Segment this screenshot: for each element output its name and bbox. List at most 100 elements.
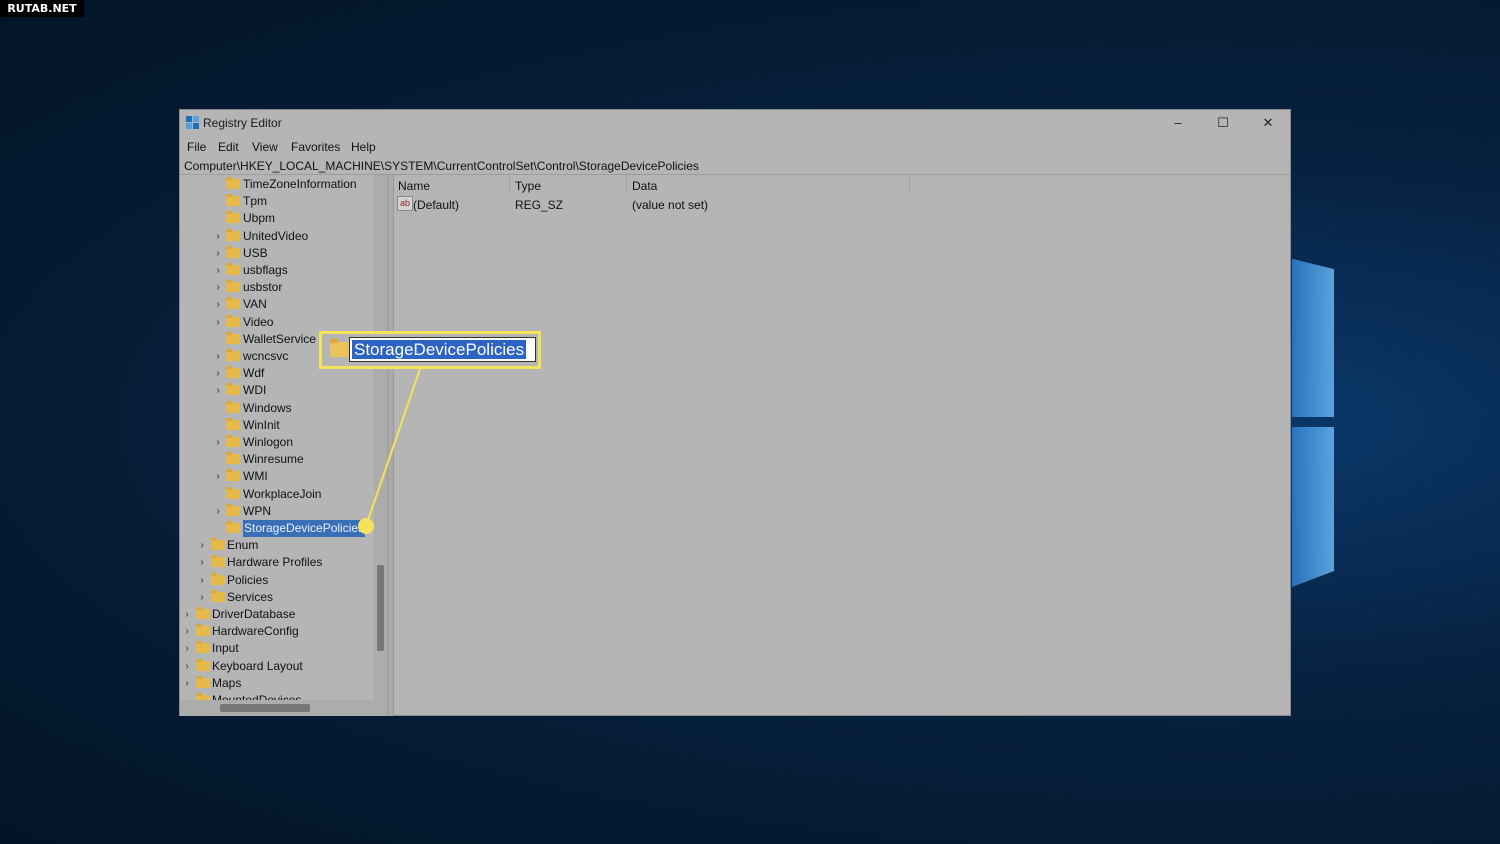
tree-item[interactable]: › Services — [180, 589, 374, 606]
tree-item[interactable]: › usbflags — [180, 262, 374, 279]
tree-item-label[interactable]: USB — [243, 245, 268, 262]
tree-item-label[interactable]: Winresume — [243, 451, 304, 468]
tree-item-label[interactable]: Windows — [243, 400, 292, 417]
chevron-right-icon[interactable]: › — [213, 279, 223, 296]
tree-item-label[interactable]: Winlogon — [243, 434, 293, 451]
chevron-right-icon[interactable]: › — [213, 468, 223, 485]
tree-item-label[interactable]: WMI — [243, 468, 268, 485]
chevron-right-icon[interactable]: › — [182, 623, 192, 640]
tree-item[interactable]: › Enum — [180, 537, 374, 554]
tree-item[interactable]: WorkplaceJoin — [180, 486, 374, 503]
column-type-header[interactable]: Type — [515, 179, 541, 193]
menu-help[interactable]: Help — [351, 140, 376, 154]
tree-item[interactable]: › Video — [180, 314, 374, 331]
tree-item[interactable]: › Keyboard Layout — [180, 658, 374, 675]
rename-key-text[interactable]: StorageDevicePolicies — [352, 340, 527, 359]
tree-item-label[interactable]: WorkplaceJoin — [243, 486, 321, 503]
column-name-header[interactable]: Name — [398, 179, 430, 193]
tree-item-label[interactable]: Ubpm — [243, 210, 275, 227]
chevron-right-icon[interactable]: › — [182, 658, 192, 675]
tree-item[interactable]: › WDI — [180, 382, 374, 399]
chevron-right-icon[interactable]: › — [213, 503, 223, 520]
tree-item-label[interactable]: wcncsvc — [243, 348, 288, 365]
chevron-right-icon[interactable]: › — [197, 589, 207, 606]
column-separator[interactable] — [626, 177, 627, 191]
tree-item[interactable]: TimeZoneInformation — [180, 176, 374, 193]
tree-item[interactable]: › Policies — [180, 572, 374, 589]
tree-item-label[interactable]: Enum — [227, 537, 258, 554]
tree-item-label[interactable]: Wdf — [243, 365, 264, 382]
chevron-right-icon[interactable]: › — [213, 296, 223, 313]
tree-item-label[interactable]: Maps — [212, 675, 241, 692]
tree-item[interactable]: Tpm — [180, 193, 374, 210]
tree-item-label[interactable]: StorageDevicePolicies — [243, 520, 366, 537]
tree-item[interactable]: › VAN — [180, 296, 374, 313]
chevron-right-icon[interactable]: › — [213, 348, 223, 365]
tree-item-label[interactable]: UnitedVideo — [243, 228, 308, 245]
minimize-button[interactable]: – — [1158, 112, 1198, 134]
tree-item-label[interactable]: TimeZoneInformation — [243, 176, 357, 193]
tree-item[interactable]: › HardwareConfig — [180, 623, 374, 640]
chevron-right-icon[interactable]: › — [197, 554, 207, 571]
tree-item[interactable]: › Input — [180, 640, 374, 657]
pane-splitter[interactable] — [387, 175, 394, 716]
menu-favorites[interactable]: Favorites — [291, 140, 340, 154]
tree-item-label[interactable]: Policies — [227, 572, 268, 589]
column-data-header[interactable]: Data — [632, 179, 657, 193]
chevron-right-icon[interactable]: › — [182, 640, 192, 657]
tree-item-label[interactable]: Services — [227, 589, 273, 606]
maximize-button[interactable]: ☐ — [1203, 112, 1243, 134]
values-list[interactable]: Name Type Data ab (Default) REG_SZ (valu… — [394, 175, 1290, 716]
address-path[interactable]: Computer\HKEY_LOCAL_MACHINE\SYSTEM\Curre… — [184, 159, 699, 173]
registry-tree[interactable]: TimeZoneInformation Tpm Ubpm › UnitedVideo › U… — [180, 175, 387, 716]
chevron-right-icon[interactable]: › — [213, 365, 223, 382]
chevron-right-icon[interactable]: › — [197, 572, 207, 589]
tree-item[interactable]: Winresume — [180, 451, 374, 468]
tree-item-label[interactable]: VAN — [243, 296, 267, 313]
tree-item[interactable]: › Maps — [180, 675, 374, 692]
chevron-right-icon[interactable]: › — [213, 245, 223, 262]
tree-item[interactable]: Ubpm — [180, 210, 374, 227]
value-name[interactable]: (Default) — [413, 198, 459, 212]
chevron-right-icon[interactable]: › — [213, 262, 223, 279]
tree-item[interactable]: Windows — [180, 400, 374, 417]
chevron-right-icon[interactable]: › — [197, 537, 207, 554]
menu-file[interactable]: File — [187, 140, 206, 154]
tree-item-label[interactable]: WalletService — [243, 331, 316, 348]
column-separator[interactable] — [909, 177, 910, 191]
tree-item-label[interactable]: Keyboard Layout — [212, 658, 303, 675]
column-separator[interactable] — [509, 177, 510, 191]
tree-vertical-scroll-thumb[interactable] — [377, 565, 384, 651]
chevron-right-icon[interactable]: › — [213, 314, 223, 331]
tree-item[interactable]: › UnitedVideo — [180, 228, 374, 245]
tree-item[interactable]: › WPN — [180, 503, 374, 520]
tree-item-label[interactable]: usbflags — [243, 262, 288, 279]
tree-horizontal-scroll-thumb[interactable] — [220, 704, 310, 712]
tree-item-label[interactable]: Tpm — [243, 193, 267, 210]
rename-key-input[interactable]: StorageDevicePolicies — [349, 337, 536, 362]
tree-item-label[interactable]: Video — [243, 314, 273, 331]
tree-item-label[interactable]: usbstor — [243, 279, 282, 296]
tree-item[interactable]: StorageDevicePolicies — [180, 520, 374, 537]
tree-vertical-scrollbar[interactable] — [374, 175, 387, 700]
chevron-right-icon[interactable]: › — [213, 434, 223, 451]
chevron-right-icon[interactable]: › — [182, 675, 192, 692]
close-button[interactable]: ✕ — [1248, 112, 1288, 134]
tree-item[interactable]: › DriverDatabase — [180, 606, 374, 623]
chevron-right-icon[interactable]: › — [213, 228, 223, 245]
tree-item[interactable]: › Winlogon — [180, 434, 374, 451]
menu-edit[interactable]: Edit — [218, 140, 239, 154]
tree-item[interactable]: › WMI — [180, 468, 374, 485]
menu-view[interactable]: View — [252, 140, 278, 154]
tree-item[interactable]: › Hardware Profiles — [180, 554, 374, 571]
tree-item-label[interactable]: HardwareConfig — [212, 623, 299, 640]
address-bar[interactable]: Computer\HKEY_LOCAL_MACHINE\SYSTEM\Curre… — [180, 156, 1290, 175]
tree-item-label[interactable]: Hardware Profiles — [227, 554, 322, 571]
tree-item-label[interactable]: Input — [212, 640, 239, 657]
tree-item[interactable]: › USB — [180, 245, 374, 262]
chevron-right-icon[interactable]: › — [182, 606, 192, 623]
chevron-right-icon[interactable]: › — [213, 382, 223, 399]
tree-item-label[interactable]: WinInit — [243, 417, 280, 434]
title-bar[interactable]: Registry Editor – ☐ ✕ — [180, 110, 1290, 136]
tree-horizontal-scrollbar[interactable] — [180, 700, 387, 716]
